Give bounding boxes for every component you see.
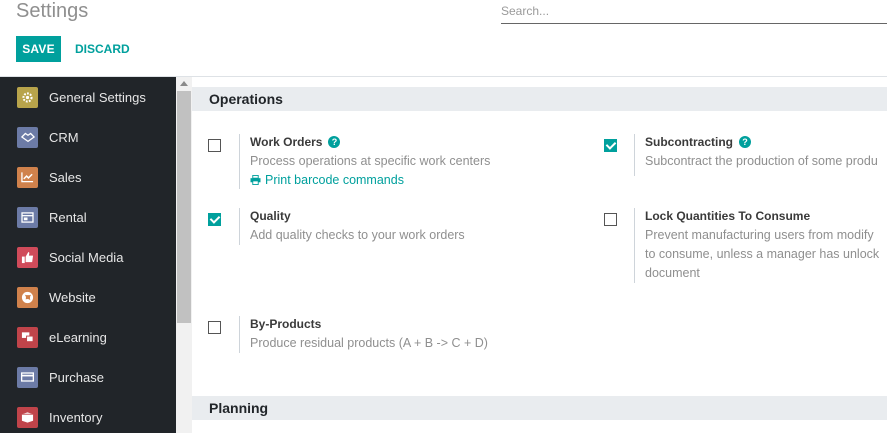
section-header-planning: Planning <box>192 396 887 420</box>
help-icon[interactable]: ? <box>739 136 752 148</box>
sidebar-item-label: CRM <box>49 129 79 145</box>
scroll-thumb[interactable] <box>177 91 191 323</box>
setting-body: By-Products Produce residual products (A… <box>239 316 579 353</box>
sidebar-item-website[interactable]: Website <box>0 277 176 317</box>
setting-title-text: Quality <box>250 209 291 223</box>
setting-title: By-Products <box>250 316 579 332</box>
section-header-operations: Operations <box>192 87 887 111</box>
handshake-icon <box>17 126 38 148</box>
sidebar-item-sales[interactable]: Sales <box>0 157 176 197</box>
sidebar-item-rental[interactable]: Rental <box>0 197 176 237</box>
section-title: Operations <box>209 91 283 107</box>
setting-title: Quality <box>250 208 559 224</box>
help-icon[interactable]: ? <box>328 136 341 148</box>
sidebar-item-general-settings[interactable]: General Settings <box>0 77 176 117</box>
setting-body: Quality Add quality checks to your work … <box>239 208 559 245</box>
quality-checkbox[interactable] <box>208 213 221 226</box>
box-icon <box>17 406 38 428</box>
setting-title: Lock Quantities To Consume <box>645 208 887 224</box>
setting-title-text: Work Orders <box>250 135 323 149</box>
search-box <box>501 0 887 24</box>
setting-body: Lock Quantities To Consume Prevent manuf… <box>634 208 887 283</box>
elearning-icon <box>17 326 38 348</box>
setting-description-line-1: Prevent manufacturing users from modify <box>645 228 874 242</box>
setting-description: Subcontract the production of some produ <box>645 154 878 168</box>
sidebar-item-crm[interactable]: CRM <box>0 117 176 157</box>
print-barcode-link[interactable]: Print barcode commands <box>250 171 559 189</box>
sidebar-item-label: Purchase <box>49 369 104 385</box>
globe-icon <box>17 286 38 308</box>
card-icon <box>17 366 38 388</box>
gear-icon <box>17 86 38 108</box>
sidebar-item-label: Rental <box>49 209 87 225</box>
setting-title-text: By-Products <box>250 317 322 331</box>
search-input[interactable] <box>501 0 887 22</box>
print-icon <box>250 175 261 185</box>
chart-icon <box>17 166 38 188</box>
section-title: Planning <box>209 400 269 416</box>
sidebar-item-purchase[interactable]: Purchase <box>0 357 176 397</box>
sidebar-item-label: Social Media <box>49 249 124 265</box>
work-orders-checkbox[interactable] <box>208 139 221 152</box>
settings-content: Operations Work Orders ? Process operati… <box>192 77 887 433</box>
sidebar-item-label: Inventory <box>49 409 103 425</box>
page-title: Settings <box>16 0 89 22</box>
sidebar-item-label: eLearning <box>49 329 107 345</box>
by-products-checkbox[interactable] <box>208 321 221 334</box>
sidebar-item-label: Website <box>49 289 96 305</box>
rental-icon <box>17 206 38 228</box>
lock-quantities-checkbox[interactable] <box>604 213 617 226</box>
thumbs-up-icon <box>17 246 38 268</box>
settings-sidebar: General Settings CRM Sales Rental Social… <box>0 77 176 433</box>
sidebar-item-label: General Settings <box>49 89 146 105</box>
setting-title-text: Subcontracting <box>645 135 734 149</box>
setting-description: Produce residual products (A + B -> C + … <box>250 336 488 350</box>
save-button[interactable]: SAVE <box>16 36 61 62</box>
sidebar-scrollbar[interactable] <box>176 77 192 433</box>
subcontracting-checkbox[interactable] <box>604 139 617 152</box>
setting-description-line-2: to consume, unless a manager has unlock <box>645 247 880 261</box>
setting-body: Work Orders ? Process operations at spec… <box>239 134 559 189</box>
setting-title: Work Orders ? <box>250 134 559 150</box>
discard-button[interactable]: DISCARD <box>70 36 135 62</box>
setting-description: Process operations at specific work cent… <box>250 154 491 168</box>
setting-description: Add quality checks to your work orders <box>250 228 465 242</box>
sidebar-item-inventory[interactable]: Inventory <box>0 397 176 433</box>
setting-description-line-3: document <box>645 266 700 280</box>
setting-title-text: Lock Quantities To Consume <box>645 209 811 223</box>
print-barcode-link-text: Print barcode commands <box>265 173 404 187</box>
setting-body: Subcontracting ? Subcontract the product… <box>634 134 887 176</box>
sidebar-item-social-media[interactable]: Social Media <box>0 237 176 277</box>
scroll-up-arrow-icon[interactable] <box>180 81 188 86</box>
sidebar-item-elearning[interactable]: eLearning <box>0 317 176 357</box>
setting-title: Subcontracting ? <box>645 134 887 150</box>
sidebar-item-label: Sales <box>49 169 82 185</box>
control-panel: Settings SAVE DISCARD <box>0 0 887 77</box>
